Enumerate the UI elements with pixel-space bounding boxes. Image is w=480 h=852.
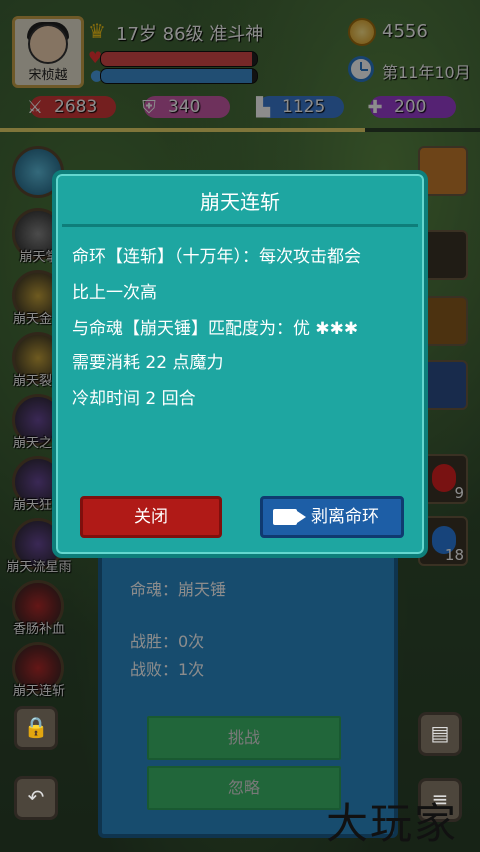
dialog-line-4: 需要消耗 22 点魔力 <box>72 353 224 373</box>
dialog-divider <box>62 224 418 227</box>
save-button[interactable]: ▤ <box>418 712 462 756</box>
watermark: 大玩家 <box>326 799 459 848</box>
dialog-title: 崩天连斩 <box>200 190 280 214</box>
dialog-line-3: 与命魂【崩天锤】匹配度为：优 ✱✱✱ <box>72 319 359 339</box>
dialog-line-1: 命环【连斩】（十万年）：每次攻击都会 <box>72 247 361 267</box>
skill-detail-dialog: 崩天连斩 命环【连斩】（十万年）：每次攻击都会 比上一次高 与命魂【崩天锤】匹配… <box>52 170 428 558</box>
dialog-line-5: 冷却时间 2 回合 <box>72 389 196 409</box>
lock-button[interactable]: 🔒 <box>14 706 58 750</box>
back-button[interactable]: ↶ <box>14 776 58 820</box>
strip-ring-label: 剥离命环 <box>311 507 379 527</box>
dialog-line-2: 比上一次高 <box>72 283 157 303</box>
video-icon <box>273 509 297 525</box>
close-button[interactable]: 关闭 <box>80 496 222 538</box>
strip-ring-button[interactable]: 剥离命环 <box>260 496 404 538</box>
